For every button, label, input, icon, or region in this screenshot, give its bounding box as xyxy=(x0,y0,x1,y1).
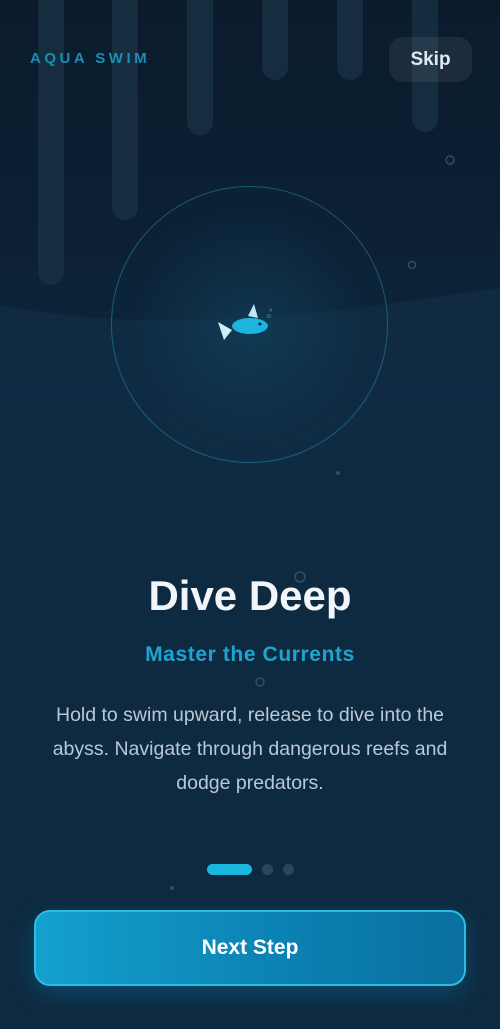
page-subtitle: Master the Currents xyxy=(145,643,355,666)
page-indicator xyxy=(0,864,500,875)
page-dot-2[interactable] xyxy=(261,864,273,875)
skip-button[interactable]: Skip xyxy=(389,37,472,82)
fish-icon xyxy=(218,304,272,340)
page-dot-1[interactable] xyxy=(206,864,252,875)
next-step-button[interactable]: Next Step xyxy=(34,910,466,986)
onboarding-screen: AQUA SWIM Skip Dive Deep Master the Curr… xyxy=(0,0,500,1029)
page-dot-3[interactable] xyxy=(282,864,294,875)
page-title: Dive Deep xyxy=(148,572,352,619)
page-description: Hold to swim upward, release to dive int… xyxy=(52,704,448,794)
app-brand: AQUA SWIM xyxy=(30,50,151,67)
